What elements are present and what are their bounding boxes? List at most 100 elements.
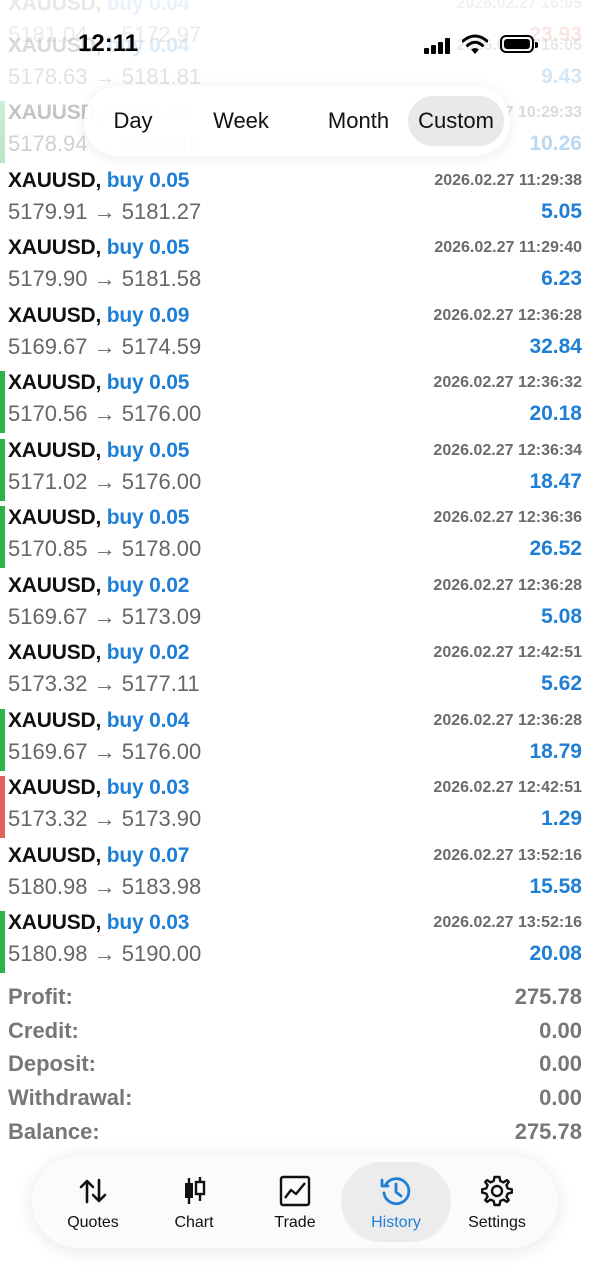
arrows-up-down-icon [79,1178,107,1204]
wifi-icon [462,34,488,54]
trade-title: XAUUSD, buy 0.02 [8,641,189,665]
trade-profit: 1.29 [541,807,582,830]
trade-profit: 5.08 [541,605,582,628]
trade-time: 2026.02.27 12:36:28 [433,577,582,594]
tab-chart[interactable]: Chart [139,1162,249,1242]
trade-prices: 5180.98 → 5183.98 [8,874,202,899]
trade-time: 2026.02.27 12:42:51 [433,644,582,661]
trade-time: 2026.02.27 12:36:28 [433,307,582,324]
trade-row[interactable]: XAUUSD, buy 0.05 2026.02.27 12:36:34 5171.… [0,435,590,502]
trade-symbol: XAUUSD, [8,776,102,799]
trade-profit: 15.58 [529,875,582,898]
summary-deposit: Deposit: 0.00 [0,1051,590,1084]
trade-time: 2026.02.27 11:29:38 [434,172,582,189]
summary-value: 0.00 [539,1018,582,1043]
trade-prices: 5179.91 → 5181.27 [8,199,202,224]
trend-chart-icon [279,1175,311,1207]
bottom-tab-bar: Quotes Chart Trade History Settings [32,1156,558,1248]
trade-time: 2026.02.27 12:36:34 [433,442,582,459]
trade-side: buy 0.05 [106,506,190,529]
trade-profit: 32.84 [529,335,582,358]
trade-title: XAUUSD, buy 0.02 [8,574,189,598]
trade-side: buy 0.09 [106,304,190,327]
trade-side: buy 0.03 [106,776,190,799]
trade-side: buy 0.04 [106,709,190,732]
summary-credit: Credit: 0.00 [0,1018,590,1051]
trade-profit: 20.18 [529,402,582,425]
trade-time: 2026.02.27 12:42:51 [433,779,582,796]
tab-quotes[interactable]: Quotes [38,1162,148,1242]
trade-row[interactable]: XAUUSD, buy 0.04 2026.02.27 12:36:28 5169.… [0,705,590,772]
trade-symbol: XAUUSD, [8,236,102,259]
tab-settings[interactable]: Settings [442,1162,552,1242]
trade-row[interactable]: XAUUSD, buy 0.05 2026.02.27 12:36:36 5170.… [0,502,590,569]
trade-title: XAUUSD, buy 0.03 [8,911,189,935]
trade-row[interactable]: XAUUSD, buy 0.05 2026.02.27 12:36:32 5170.… [0,367,590,434]
trade-title: XAUUSD, buy 0.03 [8,776,189,800]
trade-prices: 5169.67 → 5176.00 [8,739,202,764]
tab-trade[interactable]: Trade [240,1162,350,1242]
trade-side: buy 0.03 [106,911,190,934]
trade-symbol: XAUUSD, [8,641,102,664]
summary-label: Credit: [8,1018,79,1043]
gear-icon [481,1175,513,1207]
trade-side: buy 0.02 [106,641,190,664]
summary-profit: Profit: 275.78 [0,984,590,1017]
trade-row[interactable]: XAUUSD, buy 0.02 2026.02.27 12:42:51 5173.… [0,637,590,704]
trade-profit: 6.23 [541,267,582,290]
trade-symbol: XAUUSD, [8,304,102,327]
trade-row[interactable]: XAUUSD, buy 0.05 2026.02.27 11:29:38 5179.… [0,165,590,232]
period-month[interactable]: Month [306,96,411,146]
position-marker [0,439,5,501]
tab-label: History [371,1214,421,1231]
trade-profit: 5.62 [541,672,582,695]
summary-value: 275.78 [514,1119,582,1144]
candlestick-icon [185,1177,206,1204]
trade-time: 2026.02.27 16:05 [456,0,582,12]
trade-profit: 26.52 [529,537,582,560]
trade-title: XAUUSD, buy 0.05 [8,169,189,193]
trade-title: XAUUSD, buy 0.07 [8,844,189,868]
trade-time: 2026.02.27 13:52:16 [433,847,582,864]
trade-time: 2026.02.27 12:36:32 [433,374,582,391]
position-marker [0,101,5,163]
trade-row[interactable]: XAUUSD, buy 0.02 2026.02.27 12:36:28 5169.… [0,570,590,637]
trade-symbol: XAUUSD, [8,911,102,934]
trade-row[interactable]: XAUUSD, buy 0.05 2026.02.27 11:29:40 5179.… [0,232,590,299]
summary-value: 0.00 [539,1051,582,1076]
summary-value: 0.00 [539,1085,582,1110]
trade-side: buy 0.05 [106,439,190,462]
period-day[interactable]: Day [98,96,168,146]
trade-row[interactable]: XAUUSD, buy 0.09 2026.02.27 12:36:28 5169.… [0,300,590,367]
trade-row[interactable]: XAUUSD, buy 0.03 2026.02.27 12:42:51 5173.… [0,772,590,839]
trade-profit: 9.43 [541,65,582,88]
status-time: 12:11 [78,30,139,57]
trade-title: XAUUSD, buy 0.04 [8,709,189,733]
position-marker [0,709,5,771]
trade-prices: 5170.85 → 5178.00 [8,536,202,561]
trade-symbol: XAUUSD, [8,844,102,867]
period-custom[interactable]: Custom [408,96,504,146]
trade-time: 2026.02.27 13:52:16 [433,914,582,931]
position-marker [0,506,5,568]
trade-symbol: XAUUSD, [8,0,102,15]
period-week[interactable]: Week [196,96,286,146]
trade-time: 2026.02.27 12:36:36 [433,509,582,526]
summary-label: Withdrawal: [8,1085,133,1110]
trade-title: XAUUSD, buy 0.04 [8,0,189,16]
trade-side: buy 0.05 [106,371,190,394]
trade-prices: 5179.90 → 5181.58 [8,266,202,291]
summary-withdrawal: Withdrawal: 0.00 [0,1085,590,1118]
summary-value: 275.78 [514,984,582,1009]
history-clock-icon [380,1177,411,1206]
tab-history[interactable]: History [341,1162,451,1242]
trade-row[interactable]: XAUUSD, buy 0.03 2026.02.27 13:52:16 5180.… [0,907,590,974]
trade-prices: 5169.67 → 5174.59 [8,334,202,359]
trade-profit: 18.79 [529,740,582,763]
trade-side: buy 0.07 [106,844,190,867]
trade-profit: 20.08 [529,942,582,965]
summary-label: Profit: [8,984,73,1009]
trade-row[interactable]: XAUUSD, buy 0.07 2026.02.27 13:52:16 5180.… [0,840,590,907]
trade-symbol: XAUUSD, [8,506,102,529]
trade-prices: 5180.98 → 5190.00 [8,941,202,966]
